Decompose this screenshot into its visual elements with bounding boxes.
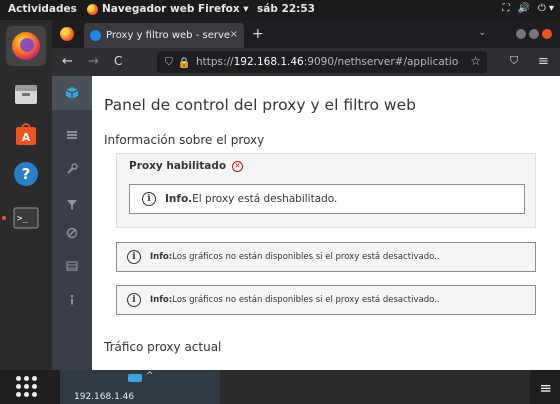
sidebar-item-dashboard[interactable]	[52, 76, 92, 110]
table-icon	[66, 261, 78, 271]
tab-bar: Proxy y filtro web - serve × + ⌄	[52, 20, 560, 48]
sidebar-item-about[interactable]	[52, 283, 92, 317]
alert-bold-label: Info.	[165, 193, 193, 205]
dock-software[interactable]: A	[6, 114, 46, 154]
volume-icon: 🔊	[517, 3, 530, 14]
power-icon: ⏻ ▾	[537, 3, 554, 14]
info-circle-icon: i	[142, 192, 156, 206]
menu-icon[interactable]: ≡	[538, 54, 549, 69]
url-path: :9090/nethserver#/applicatio	[303, 56, 459, 68]
app-menu[interactable]: Navegador web Firefox ▾	[87, 3, 249, 15]
sidebar-item-logs[interactable]	[52, 249, 92, 283]
dock-files[interactable]	[6, 74, 46, 114]
close-window-icon[interactable]	[542, 29, 552, 39]
page-title: Panel de control del proxy y el filtro w…	[104, 96, 416, 114]
wrench-icon	[67, 163, 78, 174]
window-controls	[516, 29, 552, 39]
error-circle-icon: ✕	[232, 160, 244, 172]
terminal-icon: >_	[13, 207, 39, 229]
svg-text:A: A	[22, 131, 31, 144]
host-label: 192.168.1.46	[74, 392, 135, 402]
favicon-icon	[90, 30, 101, 41]
alert-proxy-disabled: i Info. El proxy está deshabilitado.	[129, 184, 525, 214]
back-button[interactable]: ←	[62, 54, 73, 69]
firefox-view-icon[interactable]	[60, 27, 74, 41]
sidebar-item-list[interactable]	[52, 118, 92, 152]
alert-bold-label: Info:	[150, 295, 173, 305]
info-icon	[70, 294, 74, 305]
bookmark-star-icon[interactable]: ☆	[470, 54, 481, 68]
alert-graphs-unavailable: i Info: Los gráficos no están disponible…	[116, 242, 536, 272]
url-bar[interactable]: ⛉ 🔒 https://192.168.1.46:9090/nethserver…	[157, 51, 487, 73]
gnome-top-bar: Actividades Navegador web Firefox ▾ sáb …	[0, 0, 560, 20]
remote-host-tab[interactable]: ^ 192.168.1.46	[60, 370, 220, 404]
files-icon	[15, 85, 37, 104]
cube-icon	[65, 87, 79, 99]
browser-tab[interactable]: Proxy y filtro web - serve ×	[84, 23, 244, 48]
system-tray[interactable]: ⛶ 🔊 ⏻ ▾	[502, 3, 554, 14]
ban-icon	[66, 227, 78, 239]
alert-message: Los gráficos no están disponibles si el …	[172, 252, 440, 262]
hamburger-menu-icon[interactable]: ≡	[539, 379, 552, 397]
firefox-small-icon	[87, 3, 98, 15]
dock-terminal[interactable]: >_	[6, 198, 46, 238]
info-circle-icon: i	[127, 250, 141, 264]
show-applications-icon[interactable]	[16, 376, 38, 398]
svg-text:?: ?	[22, 165, 31, 183]
panel-area	[220, 370, 530, 404]
maximize-icon[interactable]	[529, 29, 539, 39]
alert-message: El proxy está deshabilitado.	[192, 193, 338, 205]
minimize-icon[interactable]	[516, 29, 526, 39]
tab-close-icon[interactable]: ×	[230, 29, 238, 40]
dock-firefox[interactable]	[6, 26, 46, 66]
proxy-status: Proxy habilitado ✕	[129, 160, 244, 172]
main-content: Panel de control del proxy y el filtro w…	[92, 76, 560, 370]
help-icon: ?	[14, 162, 38, 186]
shield-icon: ⛉	[165, 55, 173, 68]
reload-button[interactable]: C	[114, 54, 122, 68]
dock: A ? >_	[0, 20, 52, 404]
tab-title: Proxy y filtro web - serve	[106, 30, 231, 41]
activities-button[interactable]: Actividades	[8, 3, 77, 15]
alert-message: Los gráficos no están disponibles si el …	[172, 295, 440, 305]
host-icon	[128, 374, 142, 382]
software-icon: A	[16, 123, 36, 145]
app-menu-label: Navegador web Firefox ▾	[102, 3, 249, 15]
list-tabs-button[interactable]: ⌄	[478, 28, 486, 38]
section-heading-traffic: Tráfico proxy actual	[104, 340, 222, 354]
clock[interactable]: sáb 22:53	[257, 3, 315, 15]
info-circle-icon: i	[127, 293, 141, 307]
section-heading-info: Información sobre el proxy	[104, 133, 265, 147]
bottom-panel: ^ 192.168.1.46 ≡	[0, 370, 560, 404]
url-prefix: https://	[195, 56, 234, 68]
pocket-icon[interactable]: ⛉	[510, 54, 518, 68]
url-host: 192.168.1.46	[233, 56, 304, 68]
network-icon: ⛶	[502, 3, 510, 14]
list-icon	[67, 131, 77, 139]
new-tab-button[interactable]: +	[252, 26, 264, 42]
sidebar-item-blocked[interactable]	[52, 216, 92, 250]
dock-help[interactable]: ?	[6, 154, 46, 194]
proxy-status-card: Proxy habilitado ✕ i Info. El proxy está…	[116, 153, 536, 228]
sidebar-item-settings[interactable]	[52, 152, 92, 186]
proxy-status-label: Proxy habilitado	[129, 160, 227, 172]
svg-text:>_: >_	[17, 214, 28, 224]
chevron-up-icon: ^	[146, 371, 154, 381]
filter-icon	[67, 200, 77, 210]
alert-graphs-unavailable: i Info: Los gráficos no están disponible…	[116, 285, 536, 315]
cockpit-sidebar	[52, 76, 92, 370]
firefox-window: Proxy y filtro web - serve × + ⌄ ← → C ⛉…	[52, 20, 560, 370]
forward-button[interactable]: →	[88, 54, 99, 69]
firefox-icon	[12, 32, 40, 60]
navigation-toolbar: ← → C ⛉ 🔒 https://192.168.1.46:9090/neth…	[52, 48, 560, 76]
lock-icon: 🔒	[177, 56, 191, 69]
alert-bold-label: Info:	[150, 252, 173, 262]
